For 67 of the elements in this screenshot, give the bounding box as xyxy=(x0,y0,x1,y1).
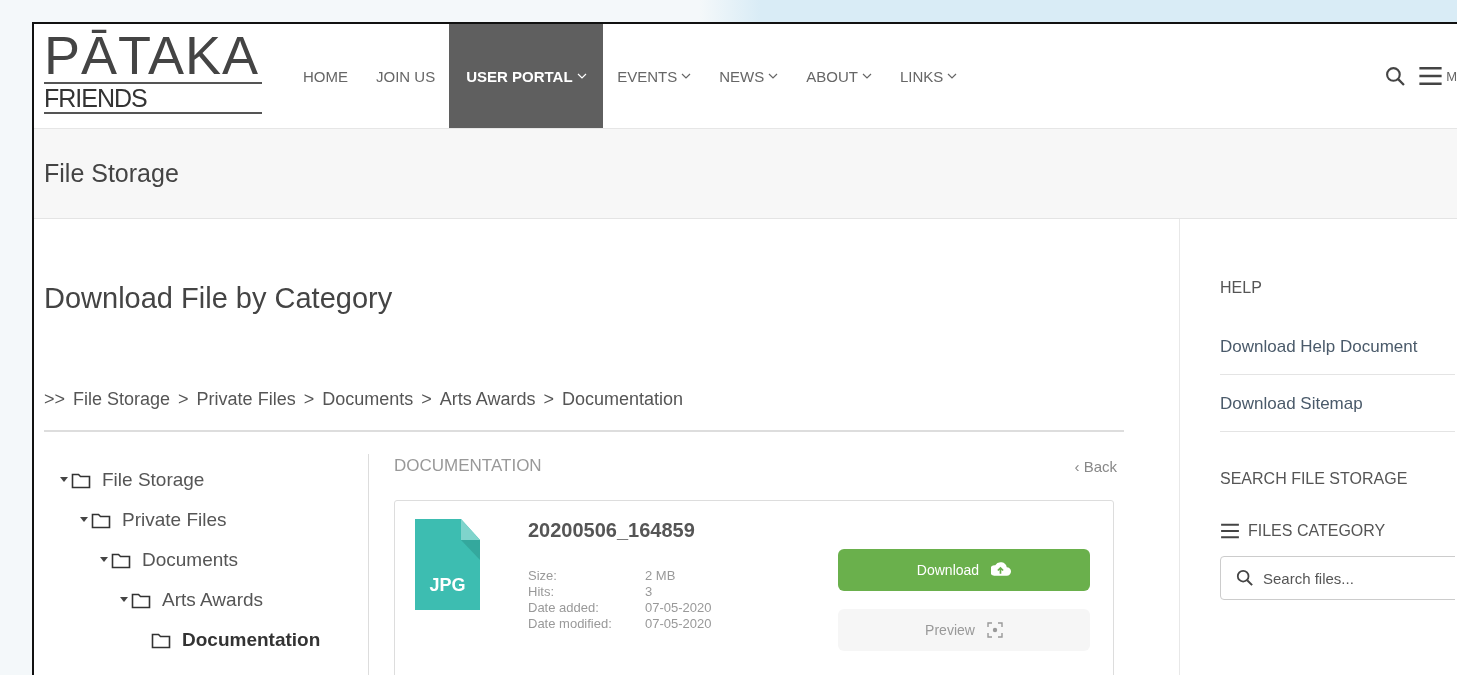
help-link[interactable]: Download Sitemap xyxy=(1220,394,1455,432)
meta-label: Hits: xyxy=(528,584,555,600)
breadcrumb-marker: >> xyxy=(44,389,66,410)
tree-item[interactable]: File Storage xyxy=(102,469,205,491)
breadcrumb-link[interactable]: Documents xyxy=(322,389,414,410)
breadcrumb-separator: > xyxy=(543,389,554,410)
logo-title: PĀTAKA xyxy=(44,30,261,80)
back-link[interactable]: ‹ Back xyxy=(1074,457,1117,475)
tree-item[interactable]: Private Files xyxy=(122,509,227,531)
category-label[interactable]: FILES CATEGORY xyxy=(1248,522,1386,540)
logo[interactable]: PĀTAKA FRIENDS xyxy=(44,30,262,128)
file-type-icon xyxy=(415,519,480,610)
folder-icon xyxy=(131,591,151,609)
focus-icon xyxy=(986,622,1003,638)
folder-icon xyxy=(111,551,131,569)
meta-value: 07-05-2020 xyxy=(645,616,713,632)
toggle-icon[interactable] xyxy=(120,596,128,604)
folder-icon xyxy=(91,511,111,529)
breadcrumb-link[interactable]: Private Files xyxy=(196,389,296,410)
toggle-icon[interactable] xyxy=(60,476,68,484)
breadcrumb-separator: > xyxy=(421,389,432,410)
breadcrumb-link[interactable]: Documentation xyxy=(561,389,684,410)
menu-icon[interactable] xyxy=(1417,66,1445,86)
tree-item[interactable]: Documents xyxy=(142,549,239,571)
nav-link[interactable]: HOME xyxy=(289,24,362,128)
page-heading: Download File by Category xyxy=(44,282,394,315)
meta-value: 07-05-2020 xyxy=(645,600,713,616)
meta-label: Date modified: xyxy=(528,616,613,632)
meta-value: 2 MB xyxy=(645,568,677,584)
caret-icon xyxy=(768,73,779,79)
logo-subtitle: FRIENDS xyxy=(44,82,262,114)
meta-label: Size: xyxy=(528,568,558,584)
nav-link[interactable]: EVENTS xyxy=(603,24,706,128)
file-name: 20200506_164859 xyxy=(528,519,696,542)
meta-label: Date added: xyxy=(528,600,600,616)
breadcrumb-link[interactable]: File Storage xyxy=(73,389,171,410)
toggle-icon[interactable] xyxy=(100,556,108,564)
meta-value: 3 xyxy=(645,584,654,600)
caret-icon xyxy=(947,73,958,79)
menu-icon xyxy=(1220,523,1240,539)
category-title: DOCUMENTATION xyxy=(394,456,542,476)
caret-icon xyxy=(681,73,692,79)
section-title: SEARCH FILE STORAGE xyxy=(1220,470,1409,488)
caret-icon xyxy=(576,73,587,79)
tree-item[interactable]: Arts Awards xyxy=(162,589,264,611)
breadcrumb-separator: > xyxy=(303,389,315,410)
folder-icon xyxy=(151,631,171,649)
help-link[interactable]: Download Help Document xyxy=(1220,337,1455,375)
search-icon xyxy=(1236,569,1253,586)
search-icon[interactable] xyxy=(1385,66,1406,86)
nav-link[interactable]: LINKS xyxy=(885,24,972,128)
page-title: File Storage xyxy=(44,159,179,188)
nav-link[interactable]: ABOUT xyxy=(792,24,886,128)
toggle-icon[interactable] xyxy=(80,516,88,524)
caret-icon xyxy=(861,73,872,79)
file-type-label: JPG xyxy=(428,575,467,596)
breadcrumb-separator: > xyxy=(178,389,189,410)
menu-label[interactable]: M xyxy=(1446,68,1457,84)
breadcrumb-link[interactable]: Arts Awards xyxy=(439,389,536,410)
cloud-upload-icon xyxy=(991,562,1012,578)
nav-link[interactable]: JOIN US xyxy=(362,24,450,128)
nav-link[interactable]: NEWS xyxy=(705,24,793,128)
tree-item[interactable]: Documentation xyxy=(182,629,321,651)
search-field[interactable]: Search files... xyxy=(1220,556,1455,600)
nav-link[interactable]: USER PORTAL xyxy=(449,24,604,128)
section-title: HELP xyxy=(1220,279,1263,297)
folder-icon xyxy=(71,471,91,489)
